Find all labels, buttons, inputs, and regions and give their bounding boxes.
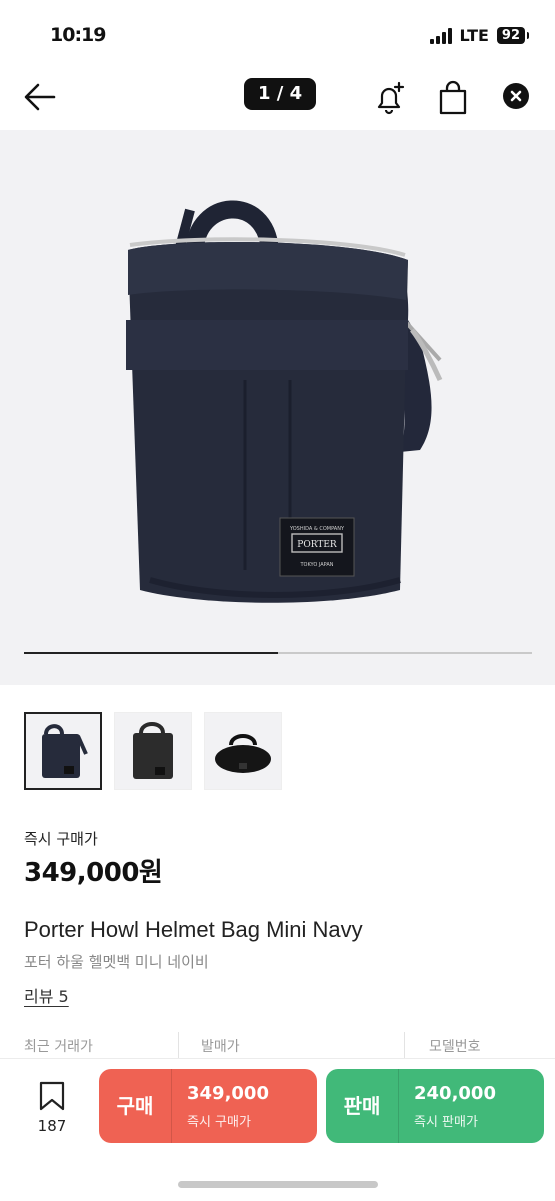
instant-buy-label: 즉시 구매가: [24, 830, 98, 848]
thumbnail-image: [42, 724, 88, 778]
product-image: YOSHIDA & COMPANY PORTER TOKYO JAPAN: [126, 200, 443, 603]
divider: [178, 1032, 179, 1058]
close-button[interactable]: [503, 83, 529, 109]
wishlist-count: 187: [37, 1117, 67, 1135]
signal-icon: [429, 27, 452, 44]
sell-button-subtitle: 즉시 판매가: [414, 1115, 478, 1130]
bag-label-brand: PORTER: [297, 540, 337, 550]
status-indicators: LTE 92: [429, 26, 530, 45]
bag-label-top: YOSHIDA & COMPANY: [289, 526, 345, 532]
top-nav: 1 / 4: [0, 62, 555, 130]
product-name-korean: 포터 하울 헬멧백 미니 네이비: [24, 953, 209, 971]
status-time: 10:19: [50, 24, 106, 46]
buy-button-title: 구매: [116, 1094, 154, 1118]
arrow-left-icon: [24, 83, 56, 111]
wishlist-button[interactable]: 187: [30, 1081, 74, 1135]
notification-add-button[interactable]: [372, 80, 408, 116]
thumbnail-1[interactable]: [24, 712, 102, 790]
bag-label-bottom: TOKYO JAPAN: [299, 562, 333, 568]
bookmark-icon: [39, 1081, 65, 1111]
network-label: LTE: [459, 26, 489, 45]
product-name: Porter Howl Helmet Bag Mini Navy: [24, 917, 363, 942]
bell-plus-icon: [377, 81, 405, 115]
back-button[interactable]: [22, 80, 58, 114]
review-link[interactable]: 리뷰 5: [24, 983, 69, 1007]
buy-button-subtitle: 즉시 구매가: [187, 1115, 251, 1130]
status-bar: 10:19 LTE 92: [0, 0, 555, 62]
instant-buy-price: 349,000원: [24, 858, 163, 888]
close-icon: [510, 90, 522, 102]
shopping-bag-icon: [439, 80, 467, 115]
divider: [398, 1069, 399, 1143]
divider: [171, 1069, 172, 1143]
bottom-action-bar: 187 구매 349,000 즉시 구매가 판매 240,000 즉시 판매가: [0, 1058, 555, 1201]
buy-button-price: 349,000: [187, 1083, 269, 1104]
home-indicator[interactable]: [178, 1181, 378, 1188]
model-number-label: 모델번호: [429, 1039, 481, 1055]
sell-button[interactable]: 판매 240,000 즉시 판매가: [326, 1069, 544, 1143]
battery-icon: 92: [496, 27, 530, 44]
sell-button-price: 240,000: [414, 1083, 496, 1104]
carousel-progress: [24, 652, 532, 654]
thumbnail-2[interactable]: [114, 712, 192, 790]
product-image-carousel[interactable]: YOSHIDA & COMPANY PORTER TOKYO JAPAN: [0, 130, 555, 685]
shopping-bag-button[interactable]: [436, 80, 470, 116]
thumbnail-image: [133, 722, 173, 779]
buy-button[interactable]: 구매 349,000 즉시 구매가: [99, 1069, 317, 1143]
release-price-label: 발매가: [201, 1039, 240, 1055]
carousel-progress-fill: [24, 652, 278, 654]
page-indicator: 1 / 4: [244, 78, 317, 110]
sell-button-title: 판매: [343, 1094, 381, 1118]
thumbnail-3[interactable]: [204, 712, 282, 790]
recent-trade-label: 최근 거래가: [24, 1039, 93, 1055]
divider: [404, 1032, 405, 1058]
thumbnail-list: [24, 712, 282, 790]
thumbnail-image: [215, 734, 271, 773]
